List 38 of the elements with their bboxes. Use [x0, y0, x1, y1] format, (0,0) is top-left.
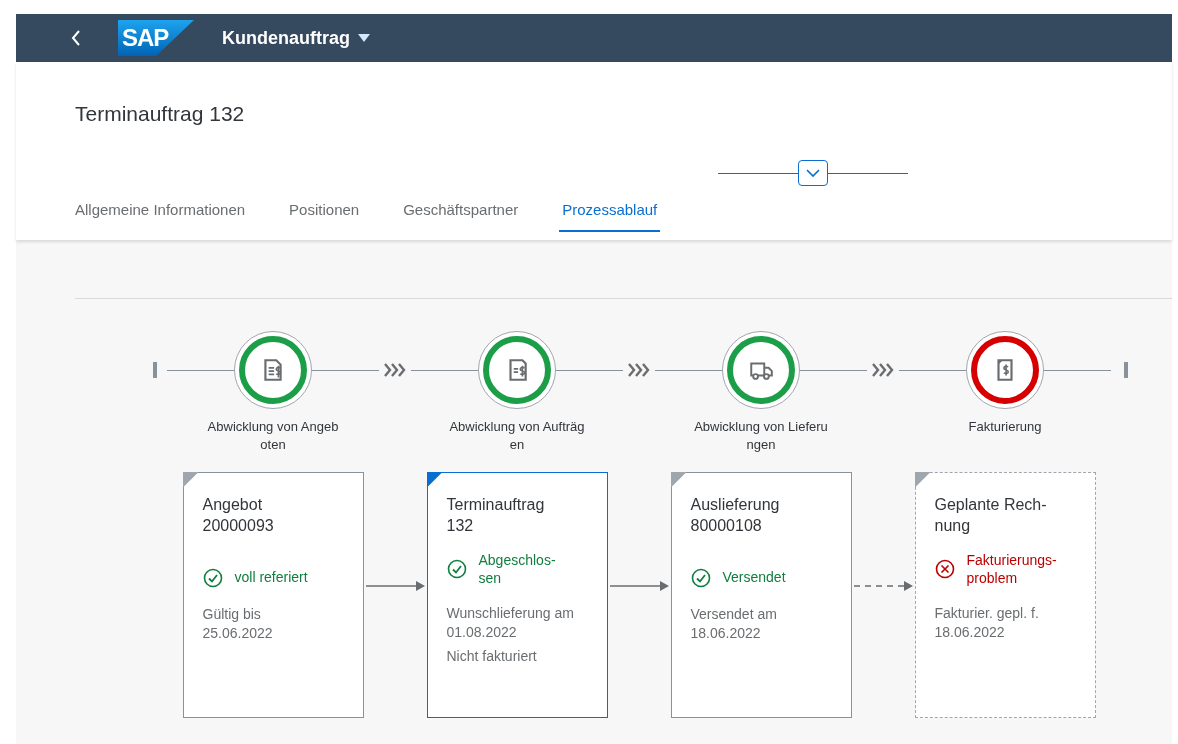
card-detail: Nicht fakturiert	[446, 647, 538, 666]
page-title: Terminauftrag 132	[75, 102, 246, 126]
card-title: Terminauftrag 132	[446, 495, 546, 536]
tab[interactable]: Geschäftspartner	[400, 196, 522, 232]
step-label: Fakturierung	[968, 418, 1042, 436]
card-title: Angebot 20000093	[202, 495, 275, 536]
start-marker	[153, 362, 157, 378]
chevron-icon	[627, 361, 651, 379]
card-title: Geplante Rech- nung	[934, 495, 1048, 536]
chevron-down-icon	[806, 168, 820, 178]
step-label: Abwicklung von Lieferu ngen	[694, 418, 828, 454]
check-circle-icon	[446, 559, 467, 579]
step-label: Abwicklung von Angeb oten	[207, 418, 339, 454]
check-circle-icon	[202, 568, 223, 588]
check-circle-icon	[690, 568, 711, 588]
tab[interactable]: Positionen	[286, 196, 363, 232]
tab[interactable]: Prozessablauf	[559, 196, 661, 232]
card-detail: Wunschlieferung am 01.08.2022	[446, 604, 575, 642]
caret-icon	[358, 34, 370, 42]
document-card[interactable]: Geplante Rech- nung Fakturierungs- problem Fakturier. gepl. f. 18.06.2022	[914, 472, 1096, 718]
card-title: Auslieferung 80000108	[690, 495, 781, 536]
back-icon[interactable]	[70, 28, 82, 48]
tab[interactable]: Allgemeine Informationen	[72, 196, 249, 232]
card-detail: Fakturier. gepl. f. 18.06.2022	[934, 604, 1040, 642]
step-label: Abwicklung von Aufträg en	[449, 418, 585, 454]
card-detail: Gültig bis 25.06.2022	[202, 605, 274, 643]
card-detail: Versendet am 18.06.2022	[690, 605, 778, 643]
app-title-menu[interactable]: Kundenauftrag	[222, 27, 370, 49]
chevron-icon	[871, 361, 895, 379]
error-circle-icon	[934, 559, 955, 579]
status-text: Abgeschlos- sen	[478, 551, 556, 587]
status-text: Versendet	[722, 568, 786, 586]
header-toggle-button[interactable]	[798, 160, 828, 186]
logo: SAP	[118, 20, 194, 56]
status-text: Fakturierungs- problem	[966, 551, 1057, 587]
end-marker	[1124, 362, 1128, 378]
status-text: voll referiert	[234, 568, 308, 586]
chevron-icon	[383, 361, 407, 379]
